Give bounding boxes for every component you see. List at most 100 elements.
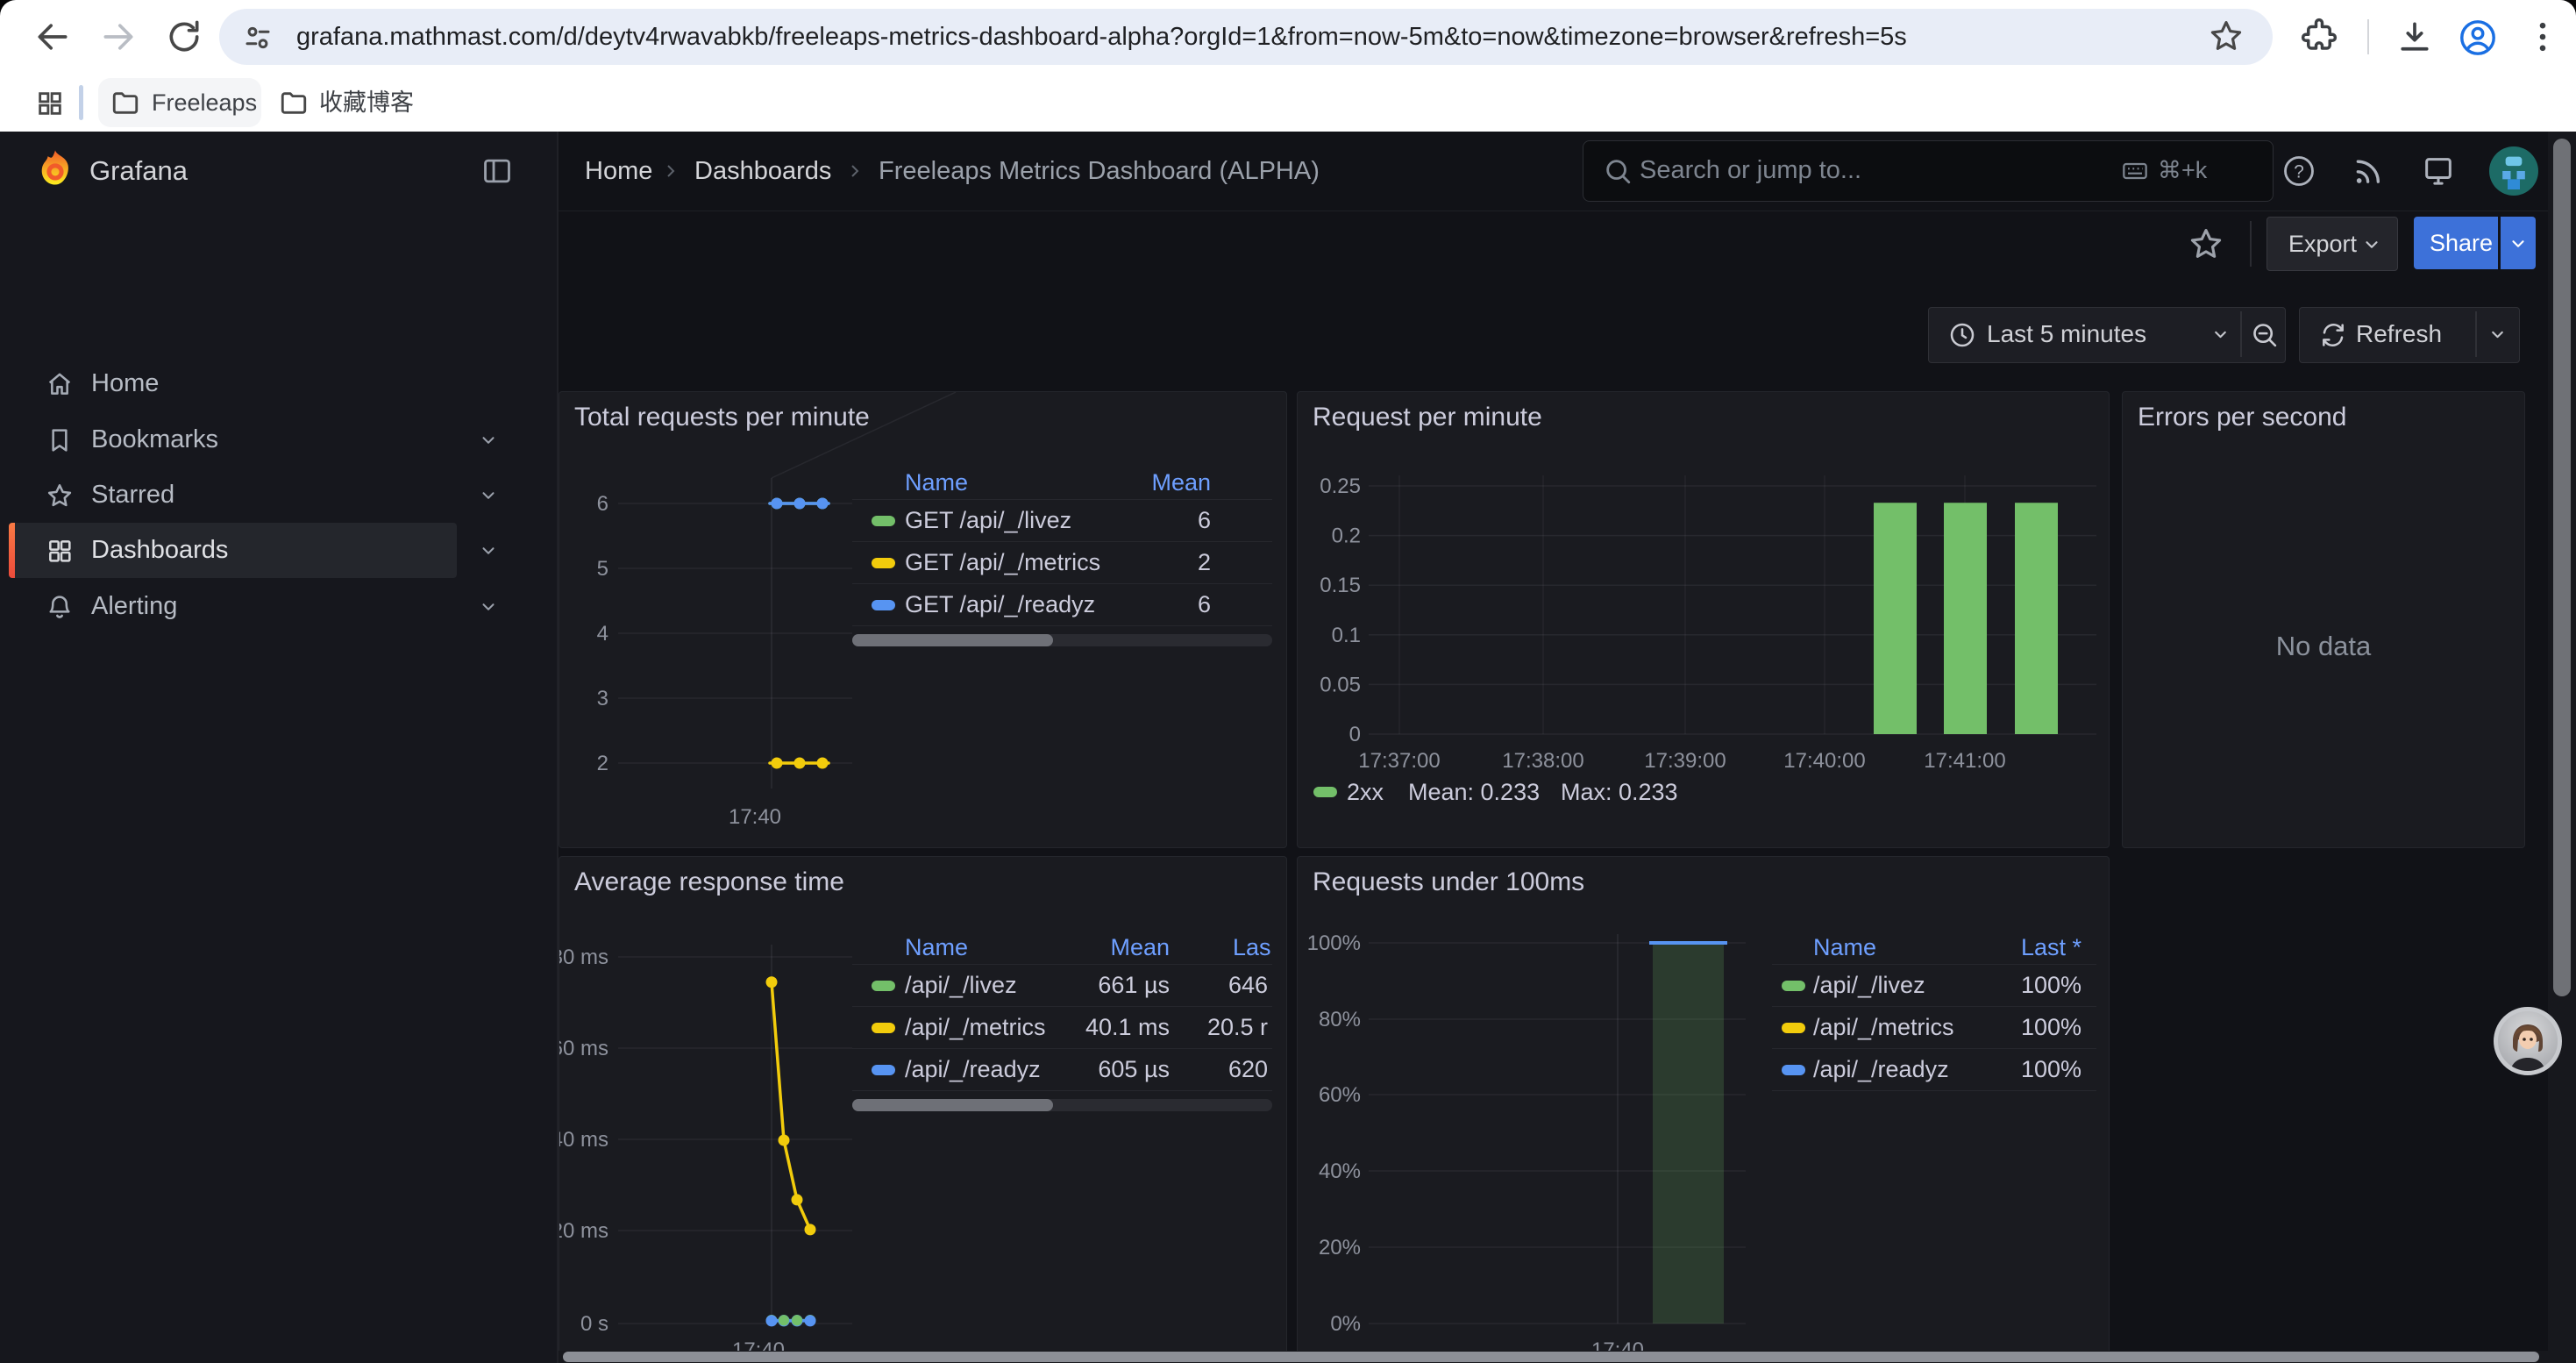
legend-row[interactable]: /api/_/readyz605 µs620 (852, 1049, 1272, 1091)
bookmark-folder[interactable]: Freeleaps (152, 74, 257, 132)
sidebar-item-label: Bookmarks (91, 412, 218, 467)
address-bar[interactable]: grafana.mathmast.com/d/deytv4rwavabkb/fr… (219, 9, 2273, 65)
legend-col-name[interactable]: Name (905, 466, 968, 499)
breadcrumb-home[interactable]: Home (585, 132, 652, 211)
legend-row[interactable]: /api/_/metrics40.1 ms20.5 r (852, 1007, 1272, 1049)
panel-total-requests: Total requests per minute 6543217:40 Nam… (559, 391, 1287, 848)
legend-scrollbar-thumb[interactable] (852, 1099, 1053, 1111)
series-max: Max: 0.233 (1561, 776, 1678, 808)
legend-row[interactable]: GET /api/_/readyz6 (852, 584, 1272, 626)
panel-title[interactable]: Errors per second (2138, 403, 2346, 432)
favorite-star-icon[interactable] (2188, 225, 2224, 262)
sidebar-item-starred[interactable]: Starred (0, 467, 557, 523)
legend-row[interactable]: /api/_/livez661 µs646 (852, 965, 1272, 1007)
extensions-icon[interactable] (2301, 18, 2339, 56)
vertical-scrollbar-thumb[interactable] (2553, 139, 2571, 996)
horizontal-scrollbar-track[interactable] (559, 1351, 2548, 1363)
legend-scrollbar-thumb[interactable] (852, 634, 1053, 646)
bell-icon (46, 593, 74, 621)
button-divider (2475, 311, 2477, 357)
breadcrumb-current: Freeleaps Metrics Dashboard (ALPHA) (879, 132, 1320, 211)
svg-text:17:39:00: 17:39:00 (1644, 749, 1726, 773)
breadcrumb-dashboards[interactable]: Dashboards (694, 132, 831, 211)
panel-requests-under-100ms: Requests under 100ms 100%80%60%40%20%0%1… (1297, 856, 2110, 1363)
chevron-down-icon[interactable] (479, 541, 498, 560)
time-range-picker[interactable]: Last 5 minutes (1928, 307, 2286, 363)
legend-table: Name Last */api/_/livez100%/api/_/metrics… (1772, 931, 2096, 1091)
svg-text:17:37:00: 17:37:00 (1358, 749, 1440, 773)
button-divider (2240, 311, 2242, 357)
sidebar-toggle-icon[interactable] (480, 154, 514, 188)
search-input[interactable]: Search or jump to... ⌘+k (1583, 140, 2274, 202)
legend-col-name[interactable]: Name (1813, 931, 1876, 964)
news-rss-icon[interactable] (2351, 153, 2386, 189)
time-controls-row: Last 5 minutes Refresh (559, 303, 2576, 390)
site-settings-icon[interactable] (242, 22, 274, 54)
sidebar-item-bookmarks[interactable]: Bookmarks (0, 412, 557, 467)
assistant-avatar[interactable] (2494, 1007, 2562, 1075)
legend-header[interactable]: Name Mean Las (852, 931, 1272, 965)
svg-text:60%: 60% (1319, 1083, 1361, 1107)
kiosk-mode-icon[interactable] (2421, 153, 2456, 189)
legend-col[interactable]: Mean (1053, 466, 1211, 499)
chevron-down-icon[interactable] (479, 597, 498, 617)
legend-table: Name MeanGET /api/_/livez6GET /api/_/metr… (852, 466, 1272, 646)
no-data-text: No data (2123, 631, 2524, 662)
series-pill (872, 558, 895, 568)
reload-icon[interactable] (165, 18, 203, 56)
svg-text:0.15: 0.15 (1320, 574, 1361, 597)
series-value: 100% (1924, 1049, 2081, 1090)
vertical-scrollbar-track[interactable] (2548, 132, 2576, 1363)
horizontal-scrollbar-thumb[interactable] (563, 1352, 2539, 1362)
legend-header[interactable]: Name Last * (1772, 931, 2096, 965)
sidebar-item-home[interactable]: Home (0, 356, 557, 411)
folder-icon[interactable] (110, 88, 140, 118)
svg-text:0.1: 0.1 (1332, 624, 1361, 647)
legend-row[interactable]: GET /api/_/livez6 (852, 500, 1272, 542)
sidebar-item-alerting[interactable]: Alerting (0, 579, 557, 634)
svg-text:6: 6 (597, 492, 608, 516)
legend-col-name[interactable]: Name (905, 931, 968, 964)
url-text[interactable]: grafana.mathmast.com/d/deytv4rwavabkb/fr… (296, 9, 1907, 65)
legend-scrollbar-track[interactable] (852, 1099, 1272, 1111)
help-icon[interactable]: ? (2281, 153, 2316, 189)
legend-row[interactable]: /api/_/livez100% (1772, 965, 2096, 1007)
refresh-button[interactable]: Refresh (2299, 307, 2520, 363)
sidebar-item-dashboards[interactable]: Dashboards (0, 523, 557, 578)
legend-header[interactable]: Name Mean (852, 466, 1272, 500)
apps-grid-icon[interactable] (35, 89, 65, 118)
legend-col[interactable]: Las (1233, 931, 1271, 964)
share-dropdown-button[interactable] (2501, 217, 2536, 269)
legend-col[interactable]: Last * (1924, 931, 2081, 964)
legend-scrollbar-track[interactable] (852, 634, 1272, 646)
bookmark-folder[interactable]: 收藏博客 (319, 74, 414, 132)
menu-kebab-icon[interactable] (2523, 18, 2562, 56)
legend-row[interactable]: GET /api/_/metrics2 (852, 542, 1272, 584)
search-shortcut: ⌘+k (2158, 141, 2207, 199)
grafana-logo-icon[interactable] (33, 146, 77, 193)
legend-row[interactable]: /api/_/metrics100% (1772, 1007, 2096, 1049)
export-button[interactable]: Export (2266, 217, 2398, 271)
bookmark-star-icon[interactable] (2208, 18, 2246, 56)
svg-text:80%: 80% (1319, 1008, 1361, 1031)
avatar-character (2498, 1011, 2558, 1071)
forward-icon[interactable] (99, 18, 138, 56)
zoom-out-icon[interactable] (2250, 320, 2279, 349)
profile-avatar-icon[interactable] (2458, 18, 2496, 56)
brand-name[interactable]: Grafana (89, 132, 188, 211)
chevron-down-icon[interactable] (2488, 325, 2507, 344)
svg-text:?: ? (2294, 161, 2304, 182)
svg-text:0%: 0% (1330, 1312, 1361, 1336)
folder-icon[interactable] (279, 88, 309, 118)
user-avatar[interactable] (2489, 146, 2538, 196)
legend-col[interactable]: Mean (1012, 931, 1170, 964)
chevron-down-icon[interactable] (479, 486, 498, 505)
series-value: 6 (1053, 500, 1211, 541)
downloads-icon[interactable] (2395, 18, 2434, 56)
back-icon[interactable] (33, 18, 72, 56)
share-button[interactable]: Share (2414, 217, 2498, 269)
series-pill (872, 1065, 895, 1075)
legend-row[interactable]: /api/_/readyz100% (1772, 1049, 2096, 1091)
legend-line[interactable]: 2xx Mean: 0.233 Max: 0.233 (1313, 776, 2085, 808)
chevron-down-icon[interactable] (479, 431, 498, 450)
